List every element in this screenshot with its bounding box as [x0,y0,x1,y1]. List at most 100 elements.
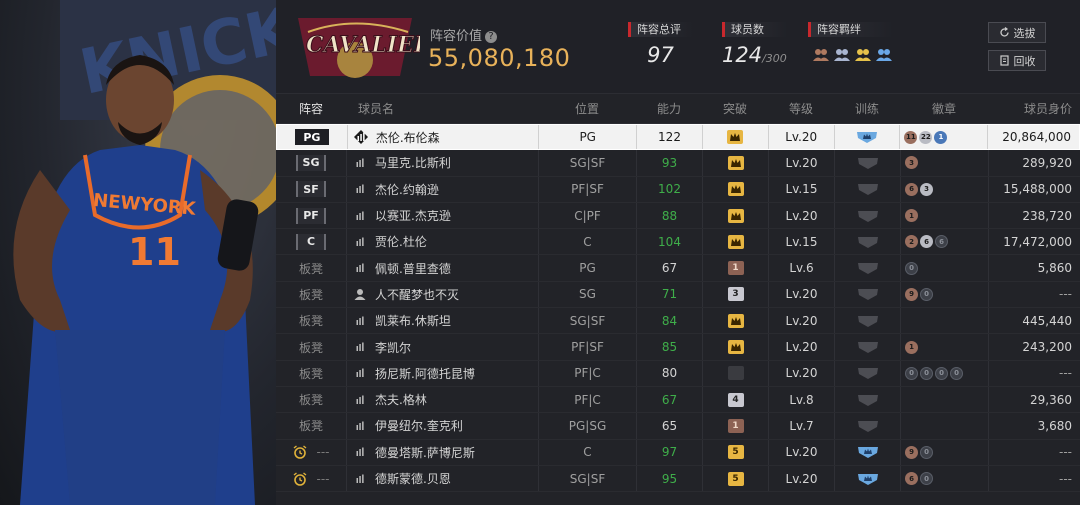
table-row[interactable]: 板凳 杰夫.格林 PF|C 67 4 Lv.8 29,360 [276,386,1080,414]
player-name: 以赛亚.杰克逊 [375,209,451,224]
table-row[interactable]: 板凳 佩顿.普里查德 PG 67 1 Lv.6 0 5,860 [276,255,1080,282]
badge-icon[interactable]: 22 [919,130,933,144]
player-card-icon [356,474,364,483]
player-value: 17,472,000 [988,229,1080,255]
badge-icon[interactable]: 3 [920,182,933,196]
col-name: 球员名 [358,102,395,116]
col-level: 等级 [788,102,813,116]
table-row[interactable]: 板凳 扬尼斯.阿德托昆博 PF|C 80 Lv.20 0000 --- [276,360,1080,387]
player-level: Lv.8 [768,386,834,413]
badge-icon[interactable]: 6 [935,235,948,249]
badge-icon[interactable]: 6 [920,235,933,249]
badge-icon[interactable]: 0 [920,287,933,301]
table-row[interactable]: SF 杰伦.约翰逊 PF|SF 102 Lv.15 63 15,488,000 [276,176,1080,203]
player-card-icon [356,211,364,220]
lineup-slot-empty: --- [316,471,330,486]
player-overall: 84 [636,308,702,334]
breakthrough-badge: 4 [727,392,744,407]
badge-icon[interactable]: 6 [905,182,918,196]
recycle-button[interactable]: 回收 [988,50,1046,71]
breakthrough-badge: 5 [727,445,744,460]
player-position: C|PF [538,202,636,229]
table-row[interactable]: 板凳 凯莱布.休斯坦 SG|SF 84 Lv.20 445,440 [276,308,1080,335]
training-icon[interactable] [857,156,879,170]
badge-icon[interactable]: 11 [904,130,918,144]
table-body: PG 杰伦.布伦森 PG 122 Lv.20 11 22 1 20,864,000 … [276,124,1080,493]
badge-icon[interactable]: 1 [905,340,918,354]
player-position: SG|SF [538,308,636,334]
bond-blue-icon[interactable] [875,46,893,62]
badge-icon[interactable]: 0 [920,366,933,380]
training-icon[interactable] [857,261,879,275]
bond-bronze-icon[interactable] [812,46,830,62]
alarm-icon [293,445,306,460]
player-position: PF|C [538,360,636,386]
badge-icon[interactable]: 0 [920,472,933,485]
training-max-icon[interactable] [856,130,878,144]
player-value: 29,360 [988,386,1080,413]
user-icon [354,289,366,301]
help-icon[interactable]: ? [485,31,498,43]
player-position: PF|C [538,386,636,413]
roster-value-label: 阵容价值? [430,25,498,44]
table-row[interactable]: --- 德曼塔斯.萨博尼斯 C 97 5 Lv.20 90 --- [276,439,1080,466]
player-name: 凯莱布.休斯坦 [375,314,451,329]
badge-icon[interactable]: 9 [905,445,918,459]
badge-icon[interactable]: 9 [905,287,918,301]
player-name: 杰夫.格林 [375,393,427,408]
training-icon[interactable] [857,182,879,196]
training-icon[interactable] [857,314,879,328]
table-row[interactable]: --- 德斯蒙德.贝恩 SG|SF 95 5 Lv.20 60 --- [276,465,1080,493]
player-overall: 95 [636,465,702,492]
badge-icon[interactable]: 0 [905,366,918,380]
col-pos: 位置 [574,102,599,116]
player-card-icon [356,368,364,378]
player-position: PG|SG [538,413,636,439]
player-name: 扬尼斯.阿德托昆博 [375,366,475,381]
training-icon[interactable] [857,287,879,301]
table-row[interactable]: 板凳 李凯尔 PF|SF 85 Lv.20 1 243,200 [276,334,1080,361]
training-max-icon[interactable] [857,445,879,459]
breakthrough-badge [727,340,744,355]
training-icon[interactable] [857,366,879,380]
lineup-slot-badge: C [296,233,326,250]
document-icon [999,55,1009,66]
badge-icon[interactable]: 0 [905,261,918,275]
player-level: Lv.20 [767,125,834,150]
badge-icon[interactable]: 1 [905,209,918,223]
badge-icon[interactable]: 3 [905,156,918,170]
table-row[interactable]: SG 马里克.比斯利 SG|SF 93 Lv.20 3 289,920 [276,150,1080,177]
player-value: 243,200 [988,334,1080,360]
badge-icon[interactable]: 0 [950,366,963,380]
select-button[interactable]: 选拔 [988,22,1046,43]
training-icon[interactable] [857,393,879,407]
training-icon[interactable] [857,235,879,249]
player-value: --- [988,439,1080,465]
badge-icon[interactable]: 2 [905,235,918,249]
table-header: 阵容 球员名 位置 能力 突破 等级 训练 徽章 球员身价 [276,94,1080,124]
badge-icon[interactable]: 0 [935,366,948,380]
training-icon[interactable] [857,340,879,354]
player-value: --- [988,465,1080,492]
table-row[interactable]: PG 杰伦.布伦森 PG 122 Lv.20 11 22 1 20,864,000 [276,124,1080,151]
col-slot: 阵容 [298,102,323,116]
breakthrough-badge [727,313,744,328]
player-value: 238,720 [988,202,1080,229]
col-training: 训练 [854,102,879,116]
bond-silver-icon[interactable] [833,46,851,62]
table-row[interactable]: 板凳 伊曼纽尔.奎克利 PG|SG 65 1 Lv.7 3,680 [276,413,1080,440]
bond-gold-icon[interactable] [854,46,872,62]
player-level: Lv.6 [768,255,834,281]
player-level: Lv.20 [768,439,834,465]
badge-icon[interactable]: 0 [920,445,933,459]
badge-icon[interactable]: 1 [934,130,948,144]
player-value: 15,488,000 [988,176,1080,202]
badge-icon[interactable]: 6 [905,472,918,485]
team-logo: CAVALIERS [290,10,449,84]
table-row[interactable]: C 贾伦.杜伦 C 104 Lv.15 266 17,472,000 [276,229,1080,256]
table-row[interactable]: PF 以赛亚.杰克逊 C|PF 88 Lv.20 1 238,720 [276,202,1080,230]
table-row[interactable]: 板凳 人不醒梦也不灭 SG 71 3 Lv.20 90 --- [276,281,1080,309]
training-max-icon[interactable] [857,472,879,486]
training-icon[interactable] [857,419,879,433]
training-icon[interactable] [857,209,879,223]
